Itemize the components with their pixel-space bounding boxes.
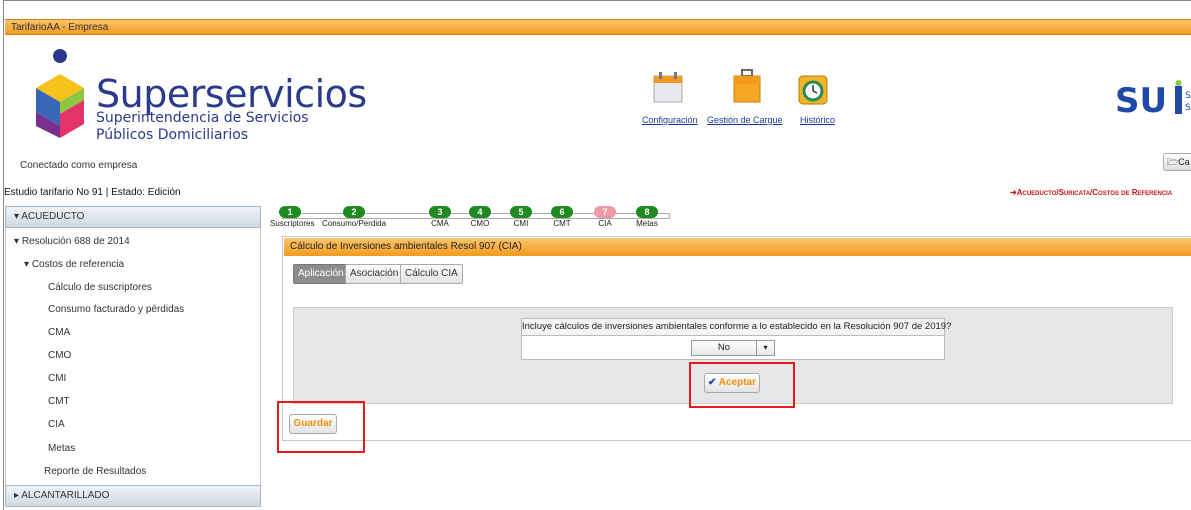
connected-status: Conectado como empresa xyxy=(20,160,138,171)
aplicacion-select[interactable]: No ▾ xyxy=(691,340,775,356)
sidebar-header-label: ACUEDUCTO xyxy=(21,211,85,222)
step-6[interactable]: 6 CMT xyxy=(545,205,579,231)
calendar-icon[interactable] xyxy=(652,70,684,107)
ca-button[interactable]: 🗁Ca xyxy=(1163,153,1191,171)
step-label: Consumo/Perdida xyxy=(322,219,387,228)
sidebar-item-metas[interactable]: Metas xyxy=(48,443,75,454)
sidebar-item-cia[interactable]: CIA xyxy=(48,419,65,430)
step-number: 7 xyxy=(594,206,616,218)
step-number: 4 xyxy=(469,206,491,218)
tab-asociacion[interactable]: Asociación xyxy=(345,264,404,284)
sidebar-item-consumo[interactable]: Consumo facturado y pérdidas xyxy=(48,304,184,315)
svg-text:S: S xyxy=(1185,91,1191,101)
sidebar-item-cmo[interactable]: CMO xyxy=(48,350,71,361)
panel-title: Cálculo de Inversiones ambientales Resol… xyxy=(284,238,1191,256)
triangle-down-icon: ▾ xyxy=(24,259,32,270)
chevron-down-icon: ▾ xyxy=(756,341,774,355)
history-clock-icon[interactable] xyxy=(797,72,829,109)
sidebar-item-cmi[interactable]: CMI xyxy=(48,373,66,384)
folder-icon: 🗁 xyxy=(1167,157,1179,167)
question-label: Incluye cálculos de inversiones ambienta… xyxy=(521,318,951,336)
highlight-box-guardar xyxy=(277,401,365,453)
sidebar-item-costos[interactable]: ▾ Costos de referencia xyxy=(24,259,124,270)
sidebar-item-resolucion[interactable]: ▾ Resolución 688 de 2014 xyxy=(14,236,130,247)
arrow-right-icon: ➜ xyxy=(1010,188,1017,197)
sidebar-header-acueducto[interactable]: ▾ ACUEDUCTO xyxy=(5,206,261,228)
briefcase-icon[interactable] xyxy=(732,68,762,107)
study-status: Estudio tarifario No 91 | Estado: Edició… xyxy=(4,187,181,198)
step-label: CIA xyxy=(598,219,612,228)
step-1[interactable]: 1 Suscriptores xyxy=(270,205,315,231)
step-number: 2 xyxy=(343,206,365,218)
sidebar-item-label: Resolución 688 de 2014 xyxy=(21,236,130,247)
breadcrumb[interactable]: ➜Acueducto/Suricata/Costos de Referencia xyxy=(1010,188,1172,197)
step-7[interactable]: 7 CIA xyxy=(588,205,622,231)
sidebar-item-cmt[interactable]: CMT xyxy=(48,396,70,407)
sidebar-header-alcantarillado[interactable]: ▸ ALCANTARILLADO xyxy=(5,485,261,507)
step-label: CMO xyxy=(470,219,490,228)
svg-text:S: S xyxy=(1185,103,1191,113)
sui-logo-icon: SU S S xyxy=(1115,80,1191,123)
gestion-cargue-link[interactable]: Gestión de Cargue xyxy=(707,115,783,125)
sidebar-footer-label: ALCANTARILLADO xyxy=(21,490,110,501)
sidebar-item-cma[interactable]: CMA xyxy=(48,327,70,338)
ca-button-label: Ca xyxy=(1178,157,1190,167)
step-label: CMI xyxy=(513,219,529,228)
step-label: Metas xyxy=(636,219,658,228)
step-2[interactable]: 2 Consumo/Perdida xyxy=(322,205,386,231)
brand-subtitle-2: Públicos Domiciliarios xyxy=(96,127,249,143)
highlight-box-aceptar xyxy=(689,362,795,408)
select-value: No xyxy=(717,342,731,353)
step-3[interactable]: 3 CMA xyxy=(423,205,457,231)
step-number: 6 xyxy=(551,206,573,218)
window-title: TarifarioAA - Empresa xyxy=(5,19,1191,35)
step-number: 3 xyxy=(429,206,451,218)
tab-aplicacion[interactable]: Aplicación xyxy=(293,264,349,284)
step-5[interactable]: 5 CMI xyxy=(504,205,538,231)
step-8[interactable]: 8 Metas xyxy=(630,205,664,231)
superservicios-logo-icon xyxy=(30,48,92,151)
step-number: 1 xyxy=(279,206,301,218)
tab-calculo-cia[interactable]: Cálculo CIA xyxy=(400,264,463,284)
step-4[interactable]: 4 CMO xyxy=(463,205,497,231)
step-label: Suscriptores xyxy=(270,219,315,228)
configuracion-link[interactable]: Configuración xyxy=(642,115,698,125)
step-number: 5 xyxy=(510,206,532,218)
wizard-steps: 1 Suscriptores 2 Consumo/Perdida 3 CMA 4 CMO… xyxy=(270,205,670,231)
step-number: 8 xyxy=(636,206,658,218)
sidebar-item-label: Costos de referencia xyxy=(31,259,125,270)
historico-link[interactable]: Histórico xyxy=(800,115,835,125)
step-label: CMT xyxy=(553,219,571,228)
breadcrumb-label: Acueducto/Suricata/Costos de Referencia xyxy=(1016,188,1173,197)
brand-subtitle-1: Superintendencia de Servicios xyxy=(96,110,309,126)
triangle-down-icon: ▾ xyxy=(14,236,22,247)
step-label: CMA xyxy=(431,219,449,228)
svg-text:SU: SU xyxy=(1115,81,1167,120)
sidebar-item-reporte[interactable]: Reporte de Resultados xyxy=(44,466,146,477)
sidebar-item-suscriptores[interactable]: Cálculo de suscriptores xyxy=(48,282,152,293)
